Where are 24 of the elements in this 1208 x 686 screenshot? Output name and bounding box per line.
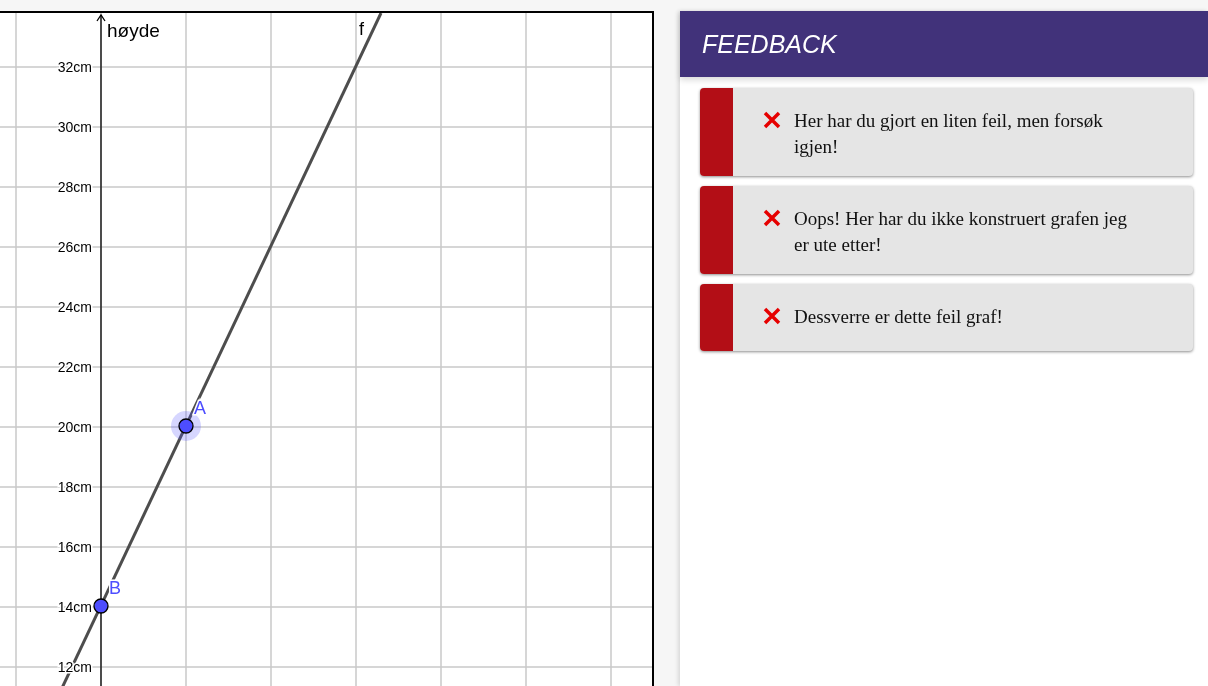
point[interactable] (93, 598, 109, 614)
cross-icon (762, 208, 782, 228)
y-tick-label: 16cm (57, 539, 92, 555)
cross-icon (762, 306, 782, 326)
y-tick-label: 32cm (57, 59, 92, 75)
point[interactable] (178, 418, 194, 434)
y-tick-label: 30cm (57, 119, 92, 135)
feedback-message: Oops! Her har du ikke konstruert grafen jeg er ute etter! (794, 207, 1128, 257)
y-tick-label: 24cm (57, 299, 92, 315)
function-label: f (359, 19, 364, 39)
status-strip (700, 284, 733, 351)
feedback-message: Her har du gjort en liten feil, men forsøk igjen! (794, 109, 1104, 159)
y-tick-label: 28cm (57, 179, 92, 195)
y-tick-label: 26cm (57, 239, 92, 255)
y-tick-label: 18cm (57, 479, 92, 495)
feedback-title: FEEDBACK (702, 29, 837, 59)
y-tick-label: 14cm (57, 599, 92, 615)
point-label: A (194, 398, 206, 418)
y-tick-label: 20cm (57, 419, 92, 435)
y-tick-label: 22cm (57, 359, 92, 375)
axis-label: høyde (107, 20, 160, 41)
feedback-message: Dessverre er dette feil graf! (794, 305, 1003, 329)
point-label: B (109, 578, 121, 598)
cross-icon (762, 110, 782, 130)
